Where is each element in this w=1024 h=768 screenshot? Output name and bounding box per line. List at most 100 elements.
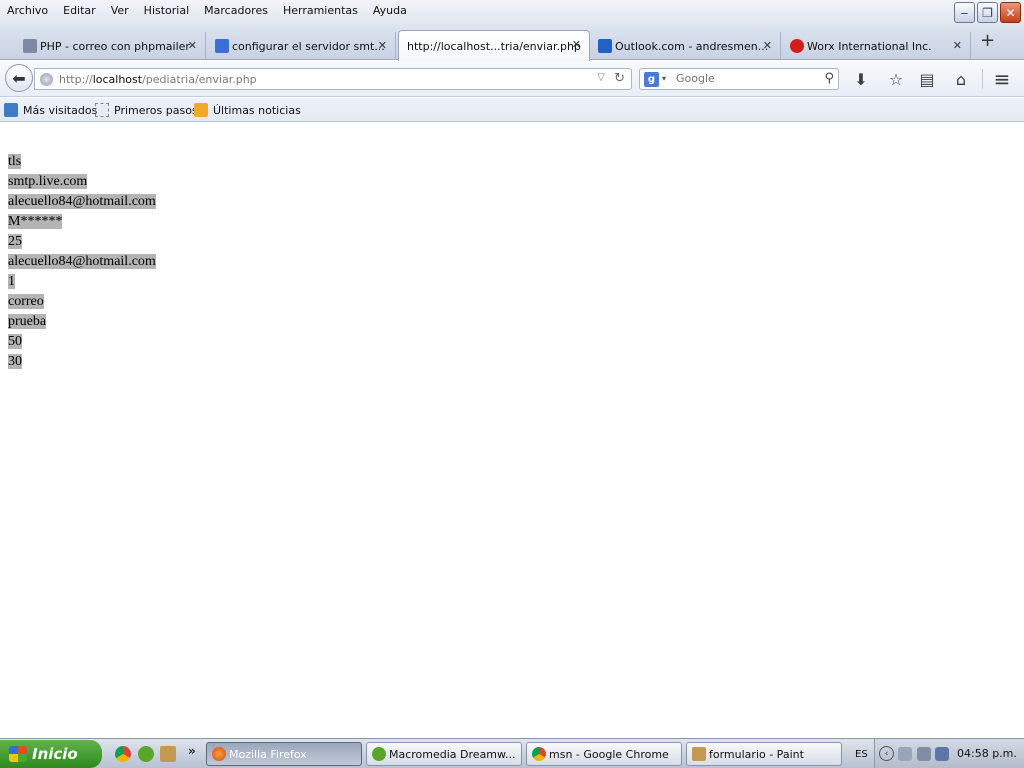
menu-ayuda[interactable]: Ayuda xyxy=(373,4,407,18)
weather-icon[interactable] xyxy=(898,747,912,761)
output-text: M****** xyxy=(8,214,63,229)
page-icon xyxy=(95,103,109,117)
output-line: prueba xyxy=(8,312,156,332)
language-indicator[interactable]: ES xyxy=(855,749,868,760)
tab-close-icon[interactable]: ✕ xyxy=(188,39,197,52)
tab-label: Worx International Inc. xyxy=(807,39,932,53)
tab-close-icon[interactable]: ✕ xyxy=(378,39,387,52)
menu-editar[interactable]: Editar xyxy=(63,4,96,18)
tab-label: configurar el servidor smt... xyxy=(232,39,385,53)
taskbar-paint[interactable]: formulario - Paint xyxy=(686,742,842,766)
bookmark-ultimas-noticias[interactable]: Últimas noticias xyxy=(194,103,301,117)
taskbar-firefox[interactable]: Mozilla Firefox xyxy=(206,742,362,766)
bookmarks-toolbar: Más visitados Primeros pasos Últimas not… xyxy=(0,98,1024,122)
hamburger-menu-icon[interactable]: ≡ xyxy=(992,67,1012,91)
dreamweaver-icon xyxy=(372,747,386,761)
output-line: tls xyxy=(8,152,156,172)
menu-historial[interactable]: Historial xyxy=(144,4,189,18)
restore-button[interactable]: ❐ xyxy=(977,2,998,23)
tab-close-icon[interactable]: ✕ xyxy=(572,38,581,51)
tab-close-icon[interactable]: ✕ xyxy=(953,39,962,52)
quicklaunch-more-icon[interactable]: » xyxy=(188,744,196,758)
settings-tray-icon[interactable] xyxy=(917,747,931,761)
start-label: Inicio xyxy=(32,745,78,763)
output-text: alecuello84@hotmail.com xyxy=(8,254,156,269)
chrome-icon[interactable] xyxy=(115,746,131,762)
bookmark-label: Más visitados xyxy=(23,103,98,117)
search-icon[interactable]: ⚲ xyxy=(824,71,834,86)
url-host: localhost xyxy=(92,73,143,86)
search-bar[interactable]: g ▾ ⚲ xyxy=(639,68,839,90)
start-button[interactable]: Inicio xyxy=(0,740,102,768)
tab-label: PHP - correo con phpmailer xyxy=(40,39,190,53)
new-tab-button[interactable]: + xyxy=(980,30,995,51)
output-text: tls xyxy=(8,154,22,169)
minimize-button[interactable]: ‒ xyxy=(954,2,975,23)
globe-icon xyxy=(40,73,53,86)
firefox-icon xyxy=(212,747,226,761)
back-button[interactable]: ⬅ xyxy=(5,64,33,92)
dreamweaver-icon[interactable] xyxy=(138,746,154,762)
bookmark-primeros-pasos[interactable]: Primeros pasos xyxy=(95,103,198,117)
menu-herramientas[interactable]: Herramientas xyxy=(283,4,358,18)
google-engine-icon[interactable]: g xyxy=(644,72,659,87)
clock[interactable]: 04:58 p.m. xyxy=(957,747,1017,760)
output-line: 25 xyxy=(8,232,156,252)
taskbar-label: Mozilla Firefox xyxy=(229,747,307,761)
home-icon[interactable]: ⌂ xyxy=(951,69,971,89)
code-icon xyxy=(23,39,37,53)
output-text: smtp.live.com xyxy=(8,174,88,189)
chevron-down-icon[interactable]: ▾ xyxy=(662,74,666,83)
menu-bar: Archivo Editar Ver Historial Marcadores … xyxy=(0,0,1024,28)
reading-list-icon[interactable]: ▤ xyxy=(917,69,937,89)
output-line: alecuello84@hotmail.com xyxy=(8,252,156,272)
url-path: /pediatria/enviar.php xyxy=(142,73,257,86)
rss-feed-icon xyxy=(194,103,208,117)
tab-configurar-smtp[interactable]: configurar el servidor smt... ✕ xyxy=(210,32,396,60)
output-line: 50 xyxy=(8,332,156,352)
tab-outlook[interactable]: Outlook.com - andresmen... ✕ xyxy=(593,32,781,60)
chrome-icon xyxy=(532,747,546,761)
search-input[interactable] xyxy=(676,72,816,85)
windows-logo-icon xyxy=(9,746,27,762)
tab-label: Outlook.com - andresmen... xyxy=(615,39,769,53)
taskbar-dreamweaver[interactable]: Macromedia Dreamw... xyxy=(366,742,522,766)
page-content: tls smtp.live.com alecuello84@hotmail.co… xyxy=(0,123,1024,738)
output-text: 50 xyxy=(8,334,22,349)
output-text: 1 xyxy=(8,274,15,289)
reload-icon[interactable]: ↻ xyxy=(614,71,625,86)
menu-archivo[interactable]: Archivo xyxy=(7,4,48,18)
paint-icon xyxy=(692,747,706,761)
output-line: 30 xyxy=(8,352,156,372)
paint-icon[interactable] xyxy=(160,746,176,762)
output-text: alecuello84@hotmail.com xyxy=(8,194,156,209)
tab-label: http://localhost...tria/enviar.php xyxy=(407,39,581,53)
history-dropdown-icon[interactable]: ▽ xyxy=(597,72,605,83)
url-bar[interactable]: http://localhost/pediatria/enviar.php ▽ … xyxy=(34,68,632,90)
output-line: M****** xyxy=(8,212,156,232)
taskbar-chrome[interactable]: msn - Google Chrome xyxy=(526,742,682,766)
download-icon[interactable]: ⬇ xyxy=(851,69,871,89)
menu-ver[interactable]: Ver xyxy=(111,4,129,18)
url-text: http://localhost/pediatria/enviar.php xyxy=(59,73,257,86)
google-icon xyxy=(215,39,229,53)
search-folder-icon xyxy=(4,103,18,117)
tab-phpmailer[interactable]: PHP - correo con phpmailer ✕ xyxy=(18,32,206,60)
menu-marcadores[interactable]: Marcadores xyxy=(204,4,268,18)
network-icon[interactable] xyxy=(935,747,949,761)
close-window-button[interactable]: ✕ xyxy=(1000,2,1021,23)
output-line: alecuello84@hotmail.com xyxy=(8,192,156,212)
bookmark-mas-visitados[interactable]: Más visitados xyxy=(4,103,97,117)
toolbar-separator xyxy=(982,69,983,89)
tab-enviar-php[interactable]: http://localhost...tria/enviar.php ✕ xyxy=(398,30,590,61)
url-scheme: http:// xyxy=(59,73,93,86)
output-text: correo xyxy=(8,294,44,309)
bookmark-star-icon[interactable]: ☆ xyxy=(886,69,906,89)
output-text: 25 xyxy=(8,234,22,249)
output-line: smtp.live.com xyxy=(8,172,156,192)
tab-close-icon[interactable]: ✕ xyxy=(763,39,772,52)
tab-worx[interactable]: Worx International Inc. ✕ xyxy=(785,32,971,60)
show-hidden-icons-button[interactable]: ‹ xyxy=(879,746,894,761)
output-text: 30 xyxy=(8,354,22,369)
output-text: prueba xyxy=(8,314,47,329)
